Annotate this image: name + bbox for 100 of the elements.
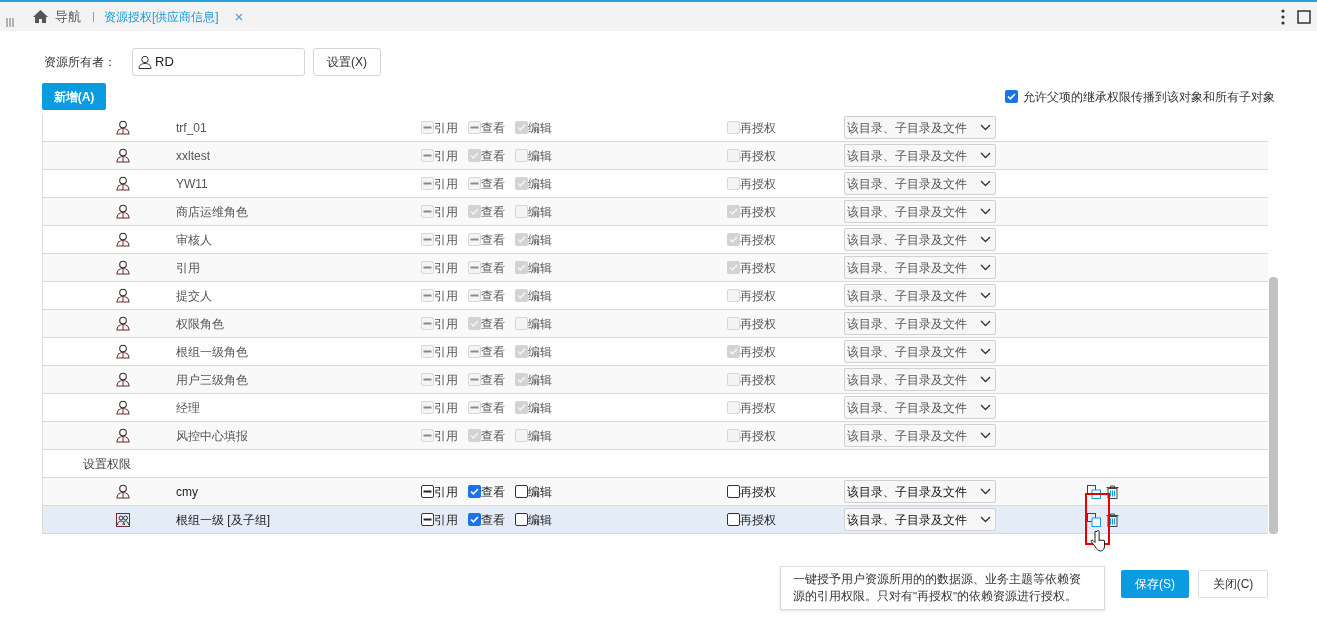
checkbox-label: 编辑	[528, 203, 552, 221]
checkbox-label: 编辑	[528, 119, 552, 137]
table-row[interactable]: cmy 引用 查看 编辑 再授权 该目录、子目录及文件	[43, 478, 1268, 506]
checkbox-label: 查看	[481, 175, 505, 193]
checkbox[interactable]	[727, 485, 740, 498]
name-cell-text: 经理	[176, 399, 201, 417]
checkbox-label: 查看	[481, 119, 505, 137]
table-row[interactable]: 根组一级 [及子组] 引用 查看 编辑 再授权 该目录、子目录及文件	[43, 506, 1268, 534]
checkbox-label: 再授权	[740, 287, 776, 305]
checkmark-icon	[729, 207, 738, 216]
checkbox-label: 再授权	[740, 427, 776, 445]
hand-cursor-icon	[1090, 530, 1106, 552]
checkbox-label: 引用	[434, 203, 458, 221]
checkbox-label: 查看	[481, 203, 505, 221]
delete-icon[interactable]	[1106, 512, 1119, 527]
checkbox-label: 再授权	[740, 147, 776, 165]
checkbox-label: 查看	[481, 287, 505, 305]
maximize-icon[interactable]	[1297, 9, 1311, 24]
checkbox[interactable]	[468, 513, 481, 526]
checkbox-label: 查看	[481, 399, 505, 417]
checkbox-label: 编辑	[528, 147, 552, 165]
user-icon	[116, 120, 130, 135]
user-icon	[116, 316, 130, 331]
checkbox-label: 再授权	[740, 175, 776, 193]
nav-link[interactable]: 导航	[55, 6, 81, 27]
scope-dropdown[interactable]: 该目录、子目录及文件	[844, 480, 996, 503]
chevron-down-icon	[980, 376, 991, 383]
name-cell-text: 审核人	[176, 231, 213, 249]
scope-dropdown[interactable]: 该目录、子目录及文件	[844, 508, 996, 531]
checkmark-icon	[517, 263, 526, 272]
group-icon	[116, 512, 130, 527]
checkbox-label: 查看	[481, 315, 505, 333]
checkbox-label: 再授权	[740, 343, 776, 361]
checkbox-label: 再授权	[740, 203, 776, 221]
checkbox-label: 查看	[481, 231, 505, 249]
copy-icon[interactable]	[1087, 484, 1101, 499]
checkbox-label: 引用	[434, 511, 458, 529]
checkbox-label: 编辑	[528, 427, 552, 445]
home-icon[interactable]	[32, 9, 49, 24]
copy-icon[interactable]	[1087, 512, 1101, 527]
checkmark-icon	[517, 123, 526, 132]
more-icon[interactable]	[1281, 8, 1285, 25]
checkbox-label: 编辑	[528, 511, 552, 529]
user-icon	[116, 148, 130, 163]
checkbox[interactable]	[468, 485, 481, 498]
checkmark-icon	[517, 375, 526, 384]
checkbox-label: 引用	[434, 287, 458, 305]
name-cell-text: trf_01	[176, 119, 208, 137]
checkbox-label: 再授权	[740, 399, 776, 417]
chevron-down-icon	[980, 152, 991, 159]
checkbox[interactable]	[515, 513, 528, 526]
name-cell-text: xxltest	[176, 147, 211, 165]
checkbox-label: 查看	[481, 483, 505, 501]
checkbox-label: 引用	[434, 399, 458, 417]
checkbox-label: 引用	[434, 427, 458, 445]
checkbox-label: 再授权	[740, 483, 776, 501]
checkbox[interactable]	[515, 485, 528, 498]
set-button[interactable]: 设置(X)	[313, 48, 381, 76]
checkbox-label: 查看	[481, 371, 505, 389]
user-icon	[116, 204, 130, 219]
chevron-down-icon	[980, 432, 991, 439]
checkmark-icon	[517, 179, 526, 188]
checkbox[interactable]	[1005, 90, 1018, 103]
chevron-down-icon	[980, 264, 991, 271]
checkbox-label: 查看	[481, 511, 505, 529]
name-cell-text: 用户三级角色	[176, 371, 249, 389]
owner-field[interactable]: RD	[132, 48, 305, 76]
checkmark-icon	[517, 235, 526, 244]
checkbox-label: 引用	[434, 259, 458, 277]
section-title: 设置权限	[83, 455, 131, 473]
checkbox-label: 编辑	[528, 287, 552, 305]
user-icon	[116, 428, 130, 443]
name-cell-text: 提交人	[176, 287, 213, 305]
checkmark-icon	[729, 347, 738, 356]
chevron-down-icon	[980, 236, 991, 243]
checkbox-label: 再授权	[740, 511, 776, 529]
checkbox[interactable]	[421, 513, 434, 526]
chevron-down-icon	[980, 208, 991, 215]
checkbox-label: 引用	[434, 371, 458, 389]
checkbox-label: 再授权	[740, 371, 776, 389]
owner-label: 资源所有者：	[44, 54, 117, 71]
checkbox-label: 查看	[481, 427, 505, 445]
checkbox[interactable]	[421, 485, 434, 498]
name-cell-text: 权限角色	[176, 315, 225, 333]
name-cell-text: 根组一级角色	[176, 343, 249, 361]
delete-icon[interactable]	[1106, 484, 1119, 499]
checkbox-label: 再授权	[740, 259, 776, 277]
chevron-down-icon	[980, 320, 991, 327]
close-button[interactable]: 关闭(C)	[1198, 570, 1268, 598]
chevron-down-icon	[980, 124, 991, 131]
name-cell-text: 引用	[176, 259, 201, 277]
checkbox-label: 编辑	[528, 483, 552, 501]
user-icon	[116, 232, 130, 247]
checkbox[interactable]	[727, 513, 740, 526]
chevron-down-icon	[980, 516, 991, 523]
checkmark-icon	[470, 431, 479, 440]
checkmark-icon	[470, 151, 479, 160]
name-cell-text: YW11	[176, 175, 209, 193]
chevron-down-icon	[980, 348, 991, 355]
close-icon[interactable]	[234, 12, 243, 21]
